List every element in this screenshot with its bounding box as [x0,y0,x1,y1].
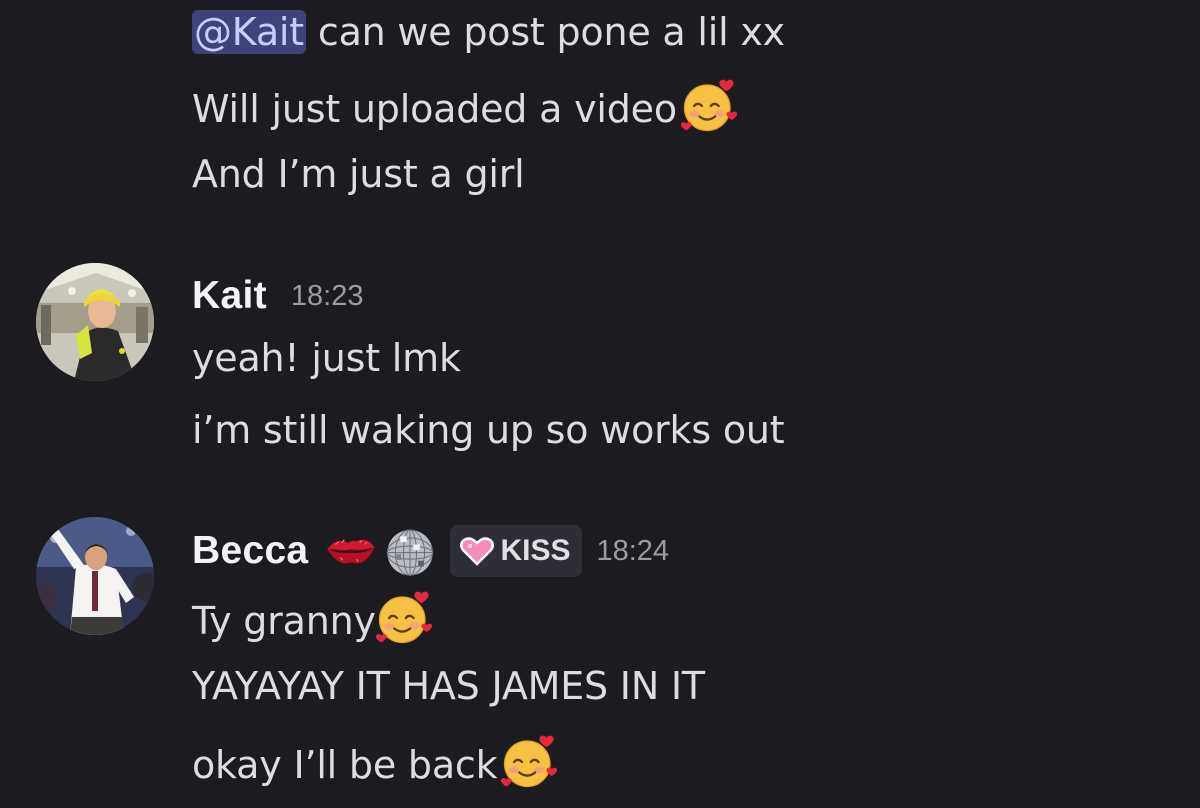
message-line[interactable]: i’m still waking up so works out [192,406,785,454]
message-text: Will just uploaded a video [192,87,677,131]
username[interactable]: Becca [192,529,308,573]
role-tag-label: KISS [500,534,571,567]
message-line[interactable]: yeah! just lmk [192,334,461,382]
message-text: i’m still waking up so works out [192,408,785,452]
disco-ball-icon [387,529,434,576]
message-text: yeah! just lmk [192,336,461,380]
username[interactable]: Kait [192,274,267,318]
message-line[interactable]: Will just uploaded a video [192,78,737,134]
user-mention[interactable]: @Kait [192,10,306,54]
smiling-face-with-hearts-icon [681,78,737,134]
pink-heart-icon [460,537,495,566]
message-line[interactable]: And I’m just a girl [192,150,525,198]
message-text: And I’m just a girl [192,152,525,196]
message-line[interactable]: okay I’ll be back [192,734,557,790]
message-header: Becca KISS 18:24 [192,523,669,579]
kiss-mark-icon [327,539,375,564]
smiling-face-with-hearts-icon [501,734,557,790]
message-text: can we post pone a lil xx [306,10,785,54]
timestamp[interactable]: 18:23 [291,280,364,313]
message-text: YAYAYAY IT HAS JAMES IN IT [192,664,705,708]
becca-avatar[interactable] [36,517,154,635]
message-header: Kait 18:23 [192,272,363,320]
chat-view: @Kait can we post pone a lil xx Will jus… [0,0,1200,808]
kait-avatar[interactable] [36,263,154,381]
message-line[interactable]: Ty granny [192,590,432,646]
message-line[interactable]: YAYAYAY IT HAS JAMES IN IT [192,662,705,710]
timestamp[interactable]: 18:24 [596,535,669,568]
message-line[interactable]: @Kait can we post pone a lil xx [192,8,785,56]
role-tag[interactable]: KISS [450,525,583,577]
message-text: Ty granny [192,599,376,643]
message-text: okay I’ll be back [192,743,498,787]
smiling-face-with-hearts-icon [376,590,432,646]
